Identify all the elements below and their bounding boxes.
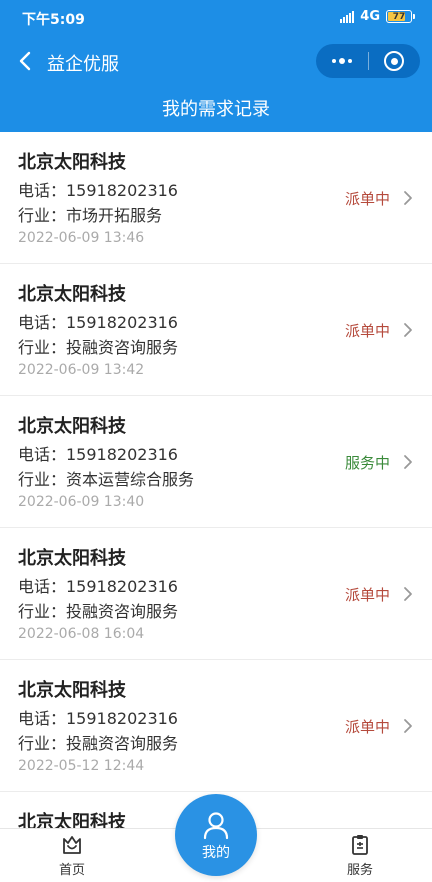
record-item[interactable]: 北京太阳科技 电话：15918202316 行业：投融资咨询服务 2022-06… bbox=[0, 264, 432, 396]
record-status: 服务中 bbox=[344, 454, 390, 472]
record-phone: 电话：15918202316 bbox=[18, 709, 178, 728]
miniprogram-capsule bbox=[316, 44, 420, 78]
record-company: 北京太阳科技 bbox=[18, 812, 126, 828]
record-company: 北京太阳科技 bbox=[18, 548, 126, 569]
record-item[interactable]: 北京太阳科技 电话：15918202316 行业：投融资咨询服务 2022-05… bbox=[0, 660, 432, 792]
tab-service-label: 服务 bbox=[346, 863, 373, 878]
record-phone: 电话：15918202316 bbox=[18, 313, 178, 332]
nav-bar: 益企优服 bbox=[0, 36, 432, 88]
clipboard-icon bbox=[352, 835, 368, 855]
tab-home-label: 首页 bbox=[58, 863, 85, 878]
chevron-right-icon bbox=[404, 719, 412, 733]
record-date: 2022-06-09 13:42 bbox=[18, 362, 145, 378]
close-miniprogram-button[interactable] bbox=[369, 44, 421, 78]
more-dots-icon bbox=[331, 58, 352, 64]
record-company: 北京太阳科技 bbox=[18, 680, 126, 701]
record-date: 2022-06-09 13:40 bbox=[18, 494, 145, 510]
tab-home[interactable]: 首页 bbox=[32, 833, 112, 878]
record-list: 北京太阳科技 电话：15918202316 行业：市场开拓服务 2022-06-… bbox=[0, 132, 432, 828]
back-arrow-icon[interactable] bbox=[14, 49, 38, 73]
record-industry: 行业：资本运营综合服务 bbox=[18, 470, 195, 489]
network-type: 4G bbox=[360, 9, 380, 24]
status-indicators: 4G 77 bbox=[340, 9, 415, 24]
record-status: 派单中 bbox=[344, 322, 390, 340]
app-title: 益企优服 bbox=[47, 54, 119, 75]
record-company: 北京太阳科技 bbox=[18, 284, 126, 305]
more-button[interactable] bbox=[316, 44, 368, 78]
battery-icon: 77 bbox=[386, 10, 415, 23]
chevron-right-icon bbox=[404, 191, 412, 205]
tab-mine[interactable]: 我的 bbox=[175, 794, 257, 876]
tab-service[interactable]: 服务 bbox=[320, 833, 400, 878]
record-status: 派单中 bbox=[344, 586, 390, 604]
signal-icon bbox=[340, 10, 355, 23]
record-phone: 电话：15918202316 bbox=[18, 181, 178, 200]
record-company: 北京太阳科技 bbox=[18, 416, 126, 437]
page-title: 我的需求记录 bbox=[0, 88, 432, 132]
record-date: 2022-06-09 13:46 bbox=[18, 230, 145, 246]
record-industry: 行业：投融资咨询服务 bbox=[18, 338, 179, 357]
record-industry: 行业：投融资咨询服务 bbox=[18, 602, 179, 621]
status-bar: 下午5:09 4G 77 bbox=[0, 0, 432, 36]
record-phone: 电话：15918202316 bbox=[18, 445, 178, 464]
status-time: 下午5:09 bbox=[22, 12, 85, 28]
record-item[interactable]: 北京太阳科技 电话：15918202316 行业：投融资咨询服务 2022-06… bbox=[0, 528, 432, 660]
tab-mine-label: 我的 bbox=[202, 845, 230, 861]
battery-level: 77 bbox=[392, 11, 406, 22]
chevron-right-icon bbox=[404, 587, 412, 601]
record-industry: 行业：市场开拓服务 bbox=[18, 206, 163, 225]
user-icon bbox=[203, 812, 229, 840]
record-item[interactable]: 北京太阳科技 电话：15918202316 行业：资本运营综合服务 2022-0… bbox=[0, 396, 432, 528]
record-status: 派单中 bbox=[344, 190, 390, 208]
record-industry: 行业：投融资咨询服务 bbox=[18, 734, 179, 753]
chevron-right-icon bbox=[404, 455, 412, 469]
home-icon bbox=[63, 836, 81, 854]
record-company: 北京太阳科技 bbox=[18, 152, 126, 173]
chevron-right-icon bbox=[404, 323, 412, 337]
record-item[interactable]: 北京太阳科技 电话：15918202316 行业：市场开拓服务 2022-06-… bbox=[0, 132, 432, 264]
record-status: 派单中 bbox=[344, 718, 390, 736]
target-icon bbox=[384, 51, 405, 71]
record-date: 2022-06-08 16:04 bbox=[18, 626, 145, 642]
record-date: 2022-05-12 12:44 bbox=[18, 758, 145, 774]
record-phone: 电话：15918202316 bbox=[18, 577, 178, 596]
